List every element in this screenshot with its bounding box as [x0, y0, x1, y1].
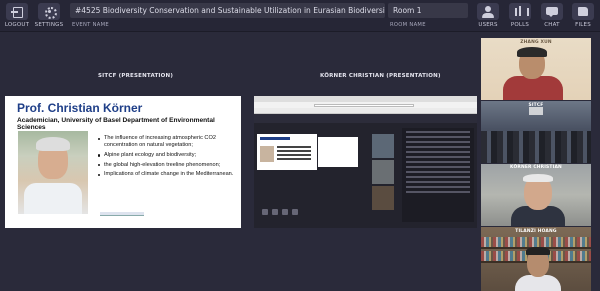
polls-icon	[509, 3, 531, 20]
slide-footer-link	[100, 212, 144, 216]
users-icon	[477, 3, 499, 20]
mini-video-tile	[372, 160, 394, 184]
speaker-photo	[18, 131, 88, 214]
users-button[interactable]: USERS	[474, 3, 502, 31]
chat-label: CHAT	[544, 22, 560, 28]
slide-subtitle: Academician, University of Basel Departm…	[17, 117, 215, 131]
slide-bullet: the global high-elevation treeline pheno…	[98, 162, 236, 169]
chat-icon	[541, 3, 563, 20]
video-tile-tilanzi-hoang[interactable]: TILANZI HOANG	[481, 227, 591, 291]
video-tile-zhang-xun[interactable]: ZHANG XUN	[481, 38, 591, 100]
slide-title: Prof. Christian Körner	[17, 101, 143, 115]
users-label: USERS	[478, 22, 498, 28]
mini-controls	[262, 200, 322, 215]
chat-button[interactable]: CHAT	[538, 3, 566, 31]
top-toolbar: LOGOUT SETTINGS #4525 Biodiversity Conse…	[0, 0, 600, 32]
slide-bullet: Alpine plant ecology and biodiversity;	[98, 152, 236, 159]
video-name-label: TILANZI HOANG	[515, 229, 557, 234]
event-name-label: EVENT NAME	[72, 22, 109, 28]
right-presentation-label: KÖRNER CHRISTIAN (PRESENTATION)	[320, 73, 441, 79]
mini-video-tile	[372, 186, 394, 210]
video-tile-sitcf[interactable]: SITCF	[481, 101, 591, 163]
mini-user-list	[402, 128, 474, 222]
files-button[interactable]: FILES	[569, 3, 597, 31]
video-tile-korner-christian[interactable]: KÖRNER CHRISTIAN	[481, 164, 591, 226]
logout-button[interactable]: LOGOUT	[3, 3, 31, 31]
files-icon	[572, 3, 594, 20]
room-name-field[interactable]: Room 1	[388, 3, 468, 18]
shared-screen	[254, 96, 477, 228]
left-presentation-label: SITCF (PRESENTATION)	[98, 73, 174, 79]
files-label: FILES	[575, 22, 591, 28]
logout-icon	[6, 3, 28, 20]
presentation-slide: Prof. Christian Körner Academician, Univ…	[5, 96, 241, 228]
polls-button[interactable]: POLLS	[506, 3, 534, 31]
room-name-label: ROOM NAME	[390, 22, 426, 28]
gear-icon	[38, 3, 60, 20]
event-name-field[interactable]: #4525 Biodiversity Conservation and Sust…	[70, 3, 385, 18]
mini-video-tile	[372, 134, 394, 158]
video-name-label: KÖRNER CHRISTIAN	[510, 165, 562, 170]
slide-bullet: Implications of climate change in the Me…	[98, 171, 236, 178]
slide-bullet-list: The influence of increasing atmospheric …	[98, 135, 236, 181]
polls-label: POLLS	[510, 22, 530, 28]
mini-slide-2	[318, 137, 358, 167]
mini-slide	[257, 134, 317, 170]
settings-label: SETTINGS	[34, 22, 64, 28]
settings-button[interactable]: SETTINGS	[34, 3, 64, 31]
video-name-label: ZHANG XUN	[520, 40, 552, 45]
slide-bullet: The influence of increasing atmospheric …	[98, 135, 236, 149]
logout-label: LOGOUT	[4, 22, 30, 28]
shared-app-view	[254, 114, 477, 228]
